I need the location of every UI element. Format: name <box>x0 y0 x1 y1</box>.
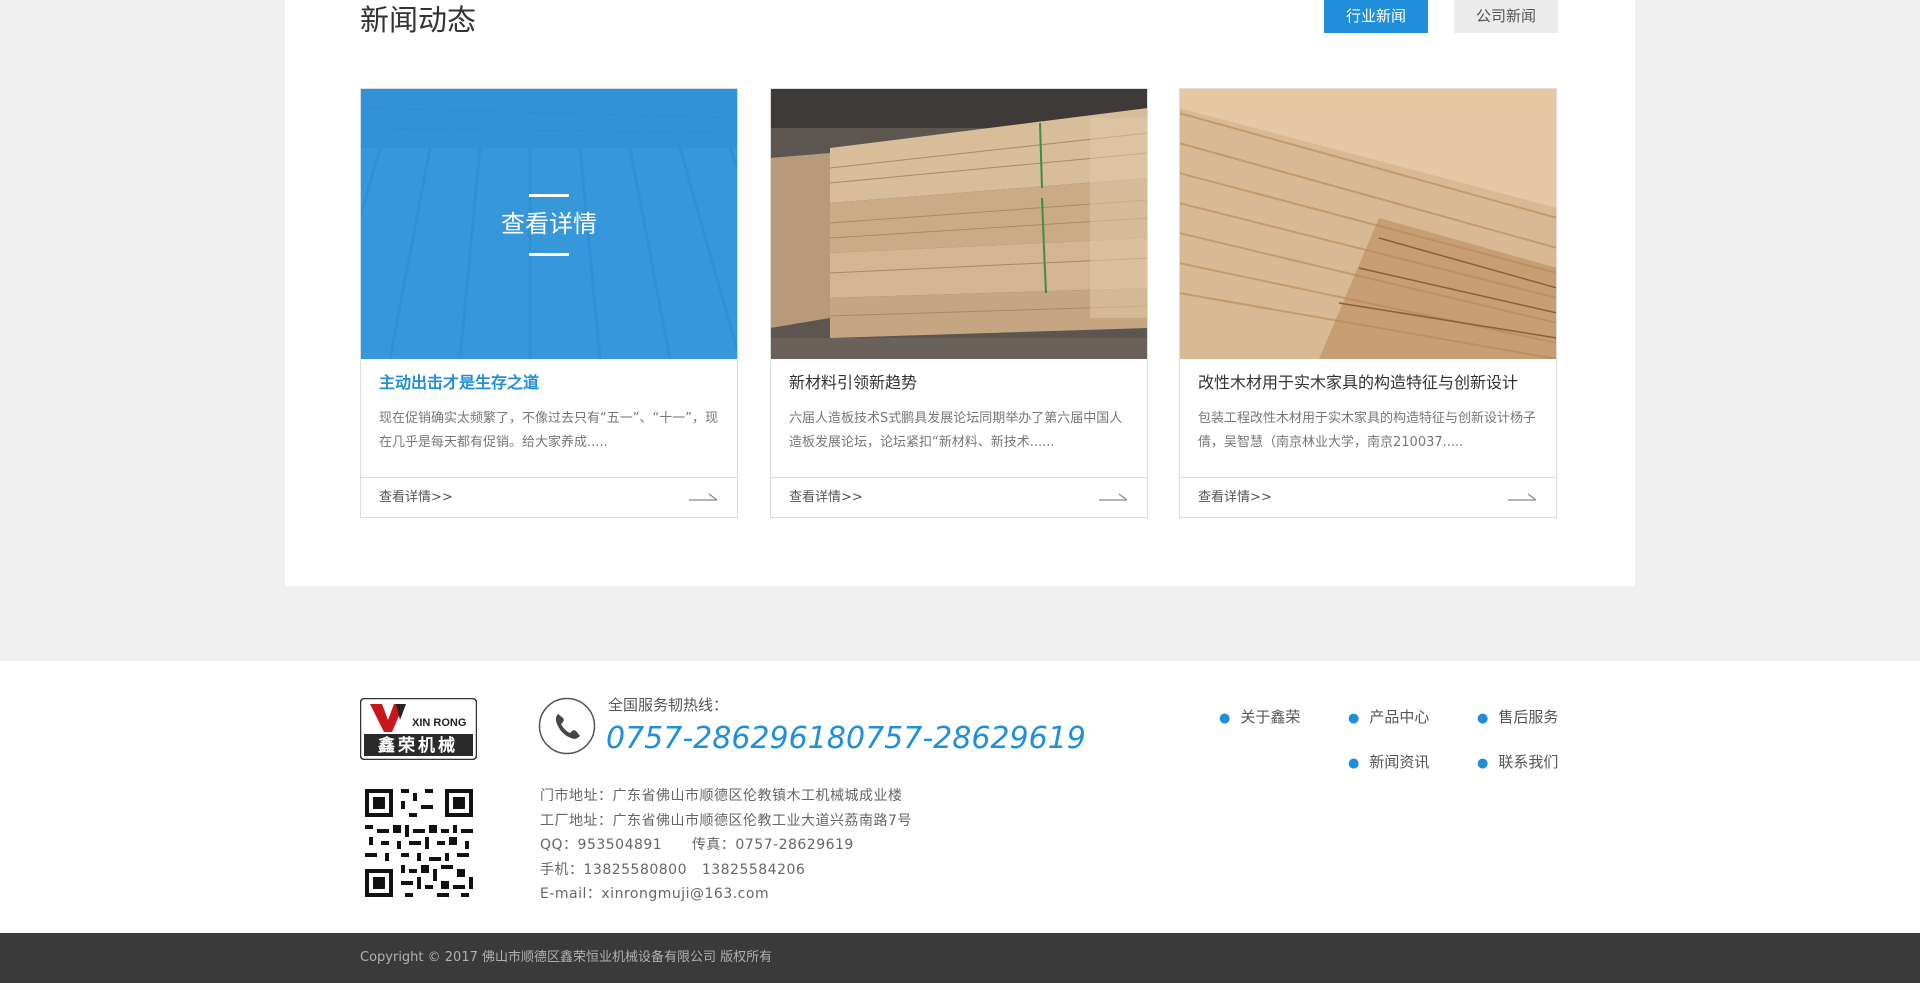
hotline-number: 0757-28629619 <box>846 721 1086 756</box>
footer-nav-products[interactable]: ● 产品中心 <box>1348 707 1429 729</box>
news-card-image[interactable]: 查看详情 <box>361 89 737 359</box>
bullet-icon: ● <box>1219 711 1231 726</box>
footer: XIN RONG 鑫荣机械 全国服务韧热线： 0757-28629618 075… <box>0 661 1920 933</box>
footer-nav-label[interactable]: 联系我们 <box>1498 753 1558 771</box>
news-card-image[interactable] <box>1180 89 1556 359</box>
news-card-description: 现在促销确实太频繁了，不像过去只有“五一”、“十一”，现在几乎是每天都有促销。给… <box>379 411 718 450</box>
lumber-stack-photo <box>771 89 1147 359</box>
news-section: 新闻动态 行业新闻 公司新闻 查看详情 主动出击才是生存之道 现在促销确实太频繁… <box>285 0 1635 586</box>
view-details-link[interactable]: 查看详情>> <box>1198 488 1272 508</box>
view-details-link[interactable]: 查看详情>> <box>789 488 863 508</box>
footer-nav-label[interactable]: 新闻资讯 <box>1369 753 1429 771</box>
news-card[interactable]: 改性木材用于实木家具的构造特征与创新设计 包装工程改性木材用于实木家具的构造特征… <box>1179 88 1557 518</box>
email: E-mail：xinrongmuji@163.com <box>540 886 770 902</box>
arrow-right-icon[interactable] <box>1099 491 1129 503</box>
logo-text-bottom: 鑫荣机械 <box>377 735 458 756</box>
footer-nav-about[interactable]: ● 关于鑫荣 <box>1219 707 1300 729</box>
section-title: 新闻动态 <box>360 3 477 37</box>
phone-icon <box>538 697 596 755</box>
footer-nav-label[interactable]: 产品中心 <box>1369 708 1429 726</box>
company-logo[interactable]: XIN RONG 鑫荣机械 <box>360 698 477 760</box>
mobile-numbers: 手机：13825580800 13825584206 <box>540 861 806 878</box>
hover-overlay[interactable]: 查看详情 <box>361 89 737 359</box>
footer-nav-label[interactable]: 售后服务 <box>1498 708 1558 726</box>
footer-nav-after-sales[interactable]: ● 售后服务 <box>1477 707 1558 729</box>
overlay-divider <box>529 194 569 197</box>
footer-nav-news[interactable]: ● 新闻资讯 <box>1348 752 1429 774</box>
news-card[interactable]: 查看详情 主动出击才是生存之道 现在促销确实太频繁了，不像过去只有“五一”、“十… <box>360 88 738 518</box>
tab-industry-news[interactable]: 行业新闻 <box>1324 0 1428 33</box>
tab-company-news[interactable]: 公司新闻 <box>1454 0 1558 33</box>
news-card[interactable]: 新材料引领新趋势 六届人造板技术S式鹏具发展论坛同期举办了第六届中国人造板发展论… <box>770 88 1148 518</box>
news-card-footer: 查看详情>> <box>1180 477 1556 517</box>
overlay-divider <box>529 253 569 256</box>
footer-nav-contact[interactable]: ● 联系我们 <box>1477 752 1558 774</box>
view-details-link[interactable]: 查看详情>> <box>379 488 453 508</box>
news-card-image[interactable] <box>771 89 1147 359</box>
copyright-text: Copyright © 2017 佛山市顺德区鑫荣恒业机械设备有限公司 版权所有 <box>360 950 773 965</box>
bullet-icon: ● <box>1477 756 1489 771</box>
news-card-title[interactable]: 改性木材用于实木家具的构造特征与创新设计 <box>1198 371 1543 395</box>
logo-text-top: XIN RONG <box>412 717 466 729</box>
news-card-description: 六届人造板技术S式鹏具发展论坛同期举办了第六届中国人造板发展论坛，论坛紧扣“新材… <box>789 411 1123 450</box>
overlay-view-details[interactable]: 查看详情 <box>361 208 737 240</box>
store-address: 门市地址：广东省佛山市顺德区伦教镇木工机械城成业楼 <box>540 788 903 804</box>
news-card-title[interactable]: 新材料引领新趋势 <box>789 371 1134 395</box>
qr-code <box>361 785 477 901</box>
news-card-footer: 查看详情>> <box>361 477 737 517</box>
bullet-icon: ● <box>1477 711 1489 726</box>
news-card-description: 包装工程改性木材用于实木家具的构造特征与创新设计杨子倩，吴智慧（南京林业大学，南… <box>1198 411 1537 450</box>
news-card-footer: 查看详情>> <box>771 477 1147 517</box>
news-card-title[interactable]: 主动出击才是生存之道 <box>379 371 724 395</box>
arrow-right-icon[interactable] <box>689 491 719 503</box>
bullet-icon: ● <box>1348 756 1360 771</box>
contact-info: 门市地址：广东省佛山市顺德区伦教镇木工机械城成业楼 工厂地址：广东省佛山市顺德区… <box>540 784 912 907</box>
factory-address: 工厂地址：广东省佛山市顺德区伦教工业大道兴荔南路7号 <box>540 812 912 829</box>
copyright-bar: Copyright © 2017 佛山市顺德区鑫荣恒业机械设备有限公司 版权所有 <box>0 933 1920 983</box>
bullet-icon: ● <box>1348 711 1360 726</box>
arrow-right-icon[interactable] <box>1508 491 1538 503</box>
qq-fax: QQ：953504891 传真：0757-28629619 <box>540 837 854 853</box>
footer-nav-label[interactable]: 关于鑫荣 <box>1240 708 1300 726</box>
hotline-label: 全国服务韧热线： <box>608 696 729 714</box>
plywood-sheets-photo <box>1180 89 1556 359</box>
hotline-number: 0757-28629618 <box>606 721 846 756</box>
